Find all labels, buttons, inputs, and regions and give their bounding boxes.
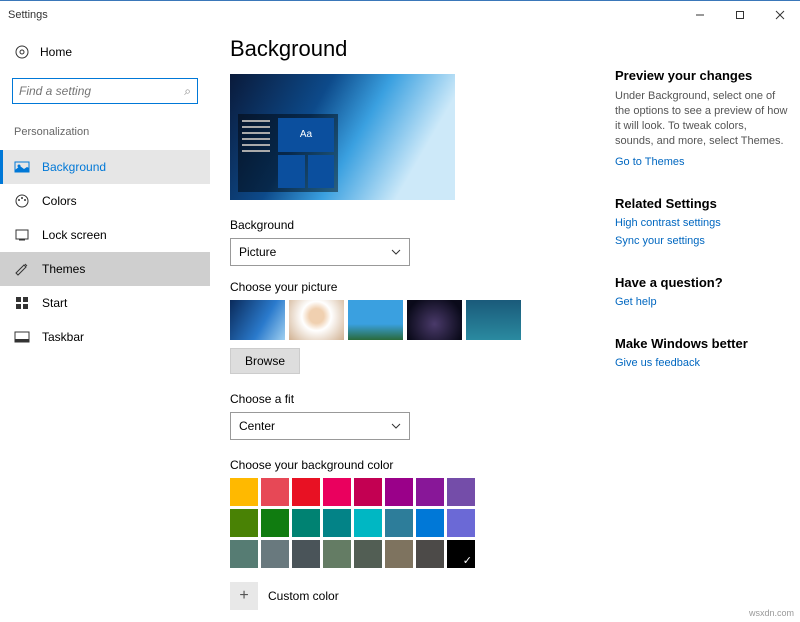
- custom-color-label: Custom color: [268, 589, 339, 603]
- start-preview: Aa: [238, 114, 338, 192]
- color-swatch[interactable]: [416, 478, 444, 506]
- sidebar-item-themes[interactable]: Themes: [0, 252, 210, 286]
- go-to-themes-link[interactable]: Go to Themes: [615, 156, 788, 168]
- dropdown-value: Picture: [239, 245, 276, 259]
- sidebar-item-taskbar[interactable]: Taskbar: [0, 320, 210, 354]
- start-icon: [14, 295, 30, 311]
- background-label: Background: [230, 218, 595, 232]
- picture-thumb[interactable]: [230, 300, 285, 340]
- color-swatch[interactable]: [261, 509, 289, 537]
- sidebar-item-label: Background: [42, 160, 106, 174]
- get-help-link[interactable]: Get help: [615, 296, 788, 308]
- color-swatch[interactable]: [447, 540, 475, 568]
- color-swatch[interactable]: [354, 540, 382, 568]
- home-button[interactable]: Home: [0, 38, 210, 66]
- titlebar: Settings: [0, 0, 800, 28]
- high-contrast-link[interactable]: High contrast settings: [615, 217, 788, 229]
- sidebar-item-label: Themes: [42, 262, 85, 276]
- close-button[interactable]: [760, 1, 800, 29]
- sidebar-item-colors[interactable]: Colors: [0, 184, 210, 218]
- gear-icon: [14, 44, 30, 60]
- color-swatch[interactable]: [230, 478, 258, 506]
- picture-icon: [14, 159, 30, 175]
- maximize-icon: [735, 10, 745, 20]
- color-swatch[interactable]: [416, 509, 444, 537]
- color-swatch[interactable]: [323, 478, 351, 506]
- color-swatch[interactable]: [385, 478, 413, 506]
- color-swatch[interactable]: [447, 478, 475, 506]
- sidebar-item-label: Lock screen: [42, 228, 107, 242]
- color-swatch[interactable]: [416, 540, 444, 568]
- themes-icon: [14, 261, 30, 277]
- choose-fit-label: Choose a fit: [230, 392, 595, 406]
- color-swatch[interactable]: [292, 478, 320, 506]
- lockscreen-icon: [14, 227, 30, 243]
- maximize-button[interactable]: [720, 1, 760, 29]
- chevron-down-icon: [391, 421, 401, 431]
- sidebar-item-lockscreen[interactable]: Lock screen: [0, 218, 210, 252]
- right-panel: Preview your changes Under Background, s…: [615, 28, 800, 622]
- sidebar: Home ⌕ Personalization Background Colors…: [0, 28, 210, 622]
- picture-thumb[interactable]: [348, 300, 403, 340]
- main-content: Background Aa Background Picture Choose …: [210, 28, 615, 622]
- close-icon: [775, 10, 785, 20]
- minimize-button[interactable]: [680, 1, 720, 29]
- picture-thumb[interactable]: [407, 300, 462, 340]
- related-heading: Related Settings: [615, 196, 788, 211]
- background-preview: Aa: [230, 74, 455, 200]
- picture-thumb[interactable]: [289, 300, 344, 340]
- sidebar-item-label: Start: [42, 296, 67, 310]
- palette-icon: [14, 193, 30, 209]
- color-grid: [230, 478, 595, 568]
- preview-text: Under Background, select one of the opti…: [615, 89, 788, 148]
- feedback-link[interactable]: Give us feedback: [615, 357, 788, 369]
- color-swatch[interactable]: [354, 509, 382, 537]
- picture-thumb[interactable]: [466, 300, 521, 340]
- color-swatch[interactable]: [385, 509, 413, 537]
- color-swatch[interactable]: [354, 478, 382, 506]
- sync-settings-link[interactable]: Sync your settings: [615, 235, 788, 247]
- sidebar-item-label: Colors: [42, 194, 77, 208]
- color-swatch[interactable]: [323, 509, 351, 537]
- chevron-down-icon: [391, 247, 401, 257]
- color-swatch[interactable]: [261, 478, 289, 506]
- search-input[interactable]: ⌕: [12, 78, 198, 104]
- background-dropdown[interactable]: Picture: [230, 238, 410, 266]
- taskbar-icon: [14, 329, 30, 345]
- dropdown-value: Center: [239, 419, 275, 433]
- color-swatch[interactable]: [447, 509, 475, 537]
- search-field[interactable]: [19, 84, 184, 98]
- color-swatch[interactable]: [230, 509, 258, 537]
- window-title: Settings: [8, 9, 48, 21]
- color-swatch[interactable]: [230, 540, 258, 568]
- custom-color-button[interactable]: +: [230, 582, 258, 610]
- watermark: wsxdn.com: [749, 608, 794, 618]
- preview-tile: Aa: [278, 118, 334, 152]
- question-heading: Have a question?: [615, 275, 788, 290]
- color-swatch[interactable]: [385, 540, 413, 568]
- section-title: Personalization: [0, 120, 210, 144]
- home-label: Home: [40, 45, 72, 59]
- picture-thumbnails: [230, 300, 595, 340]
- sidebar-item-start[interactable]: Start: [0, 286, 210, 320]
- search-icon: ⌕: [184, 84, 191, 99]
- better-heading: Make Windows better: [615, 336, 788, 351]
- color-swatch[interactable]: [261, 540, 289, 568]
- sidebar-item-background[interactable]: Background: [0, 150, 210, 184]
- sidebar-item-label: Taskbar: [42, 330, 84, 344]
- choose-color-label: Choose your background color: [230, 458, 595, 472]
- minimize-icon: [695, 10, 705, 20]
- choose-picture-label: Choose your picture: [230, 280, 595, 294]
- browse-button[interactable]: Browse: [230, 348, 300, 374]
- preview-heading: Preview your changes: [615, 68, 788, 83]
- page-heading: Background: [230, 36, 595, 62]
- color-swatch[interactable]: [292, 509, 320, 537]
- fit-dropdown[interactable]: Center: [230, 412, 410, 440]
- color-swatch[interactable]: [323, 540, 351, 568]
- color-swatch[interactable]: [292, 540, 320, 568]
